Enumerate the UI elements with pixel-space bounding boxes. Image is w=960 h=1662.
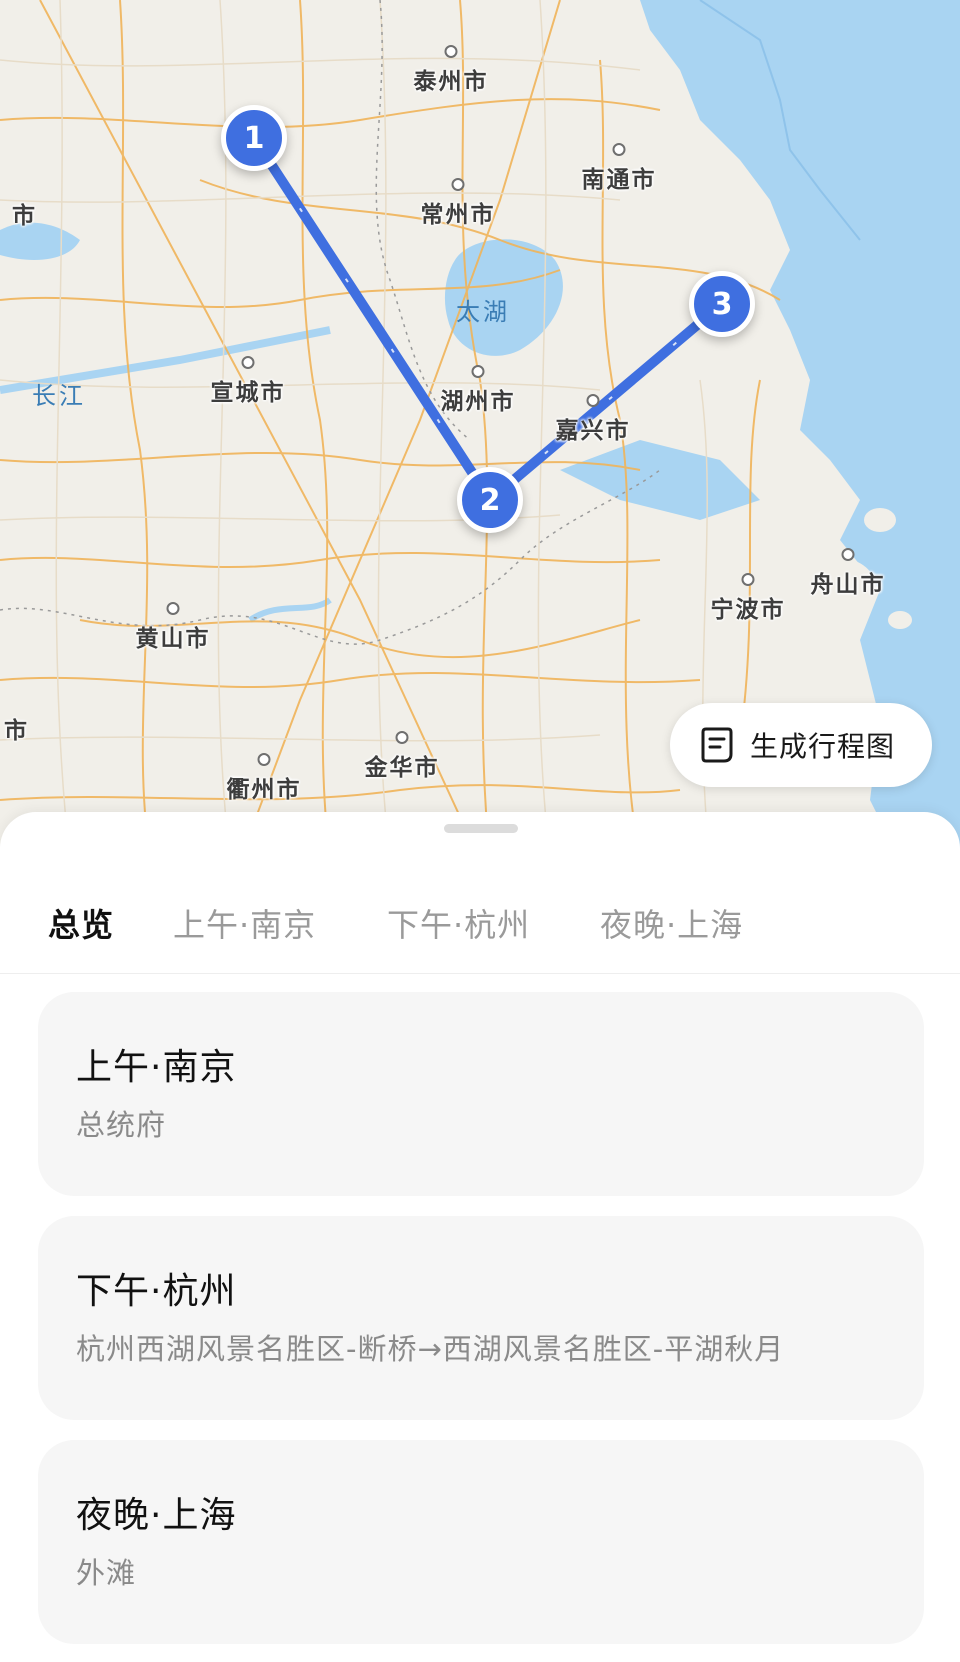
generate-itinerary-label: 生成行程图 bbox=[750, 730, 896, 763]
city-dot-icon bbox=[257, 753, 271, 766]
city-huangshan: 黄山市 bbox=[136, 602, 211, 653]
lake-label: 太湖 bbox=[456, 298, 510, 326]
city-dot-icon bbox=[166, 602, 180, 615]
city-quzhou: 衢州市 bbox=[227, 753, 302, 804]
route-map[interactable]: 泰州市 南通市 常州市 宣城市 湖州市 嘉兴市 舟山市 宁波市 黄山市 金华市 … bbox=[0, 0, 960, 860]
tab-night-shanghai[interactable]: 夜晚·上海 bbox=[600, 900, 743, 946]
city-edge-label: 市 bbox=[12, 203, 37, 229]
document-icon bbox=[701, 727, 733, 763]
river-label: 长江 bbox=[32, 382, 86, 410]
route-marker-3[interactable]: 3 bbox=[689, 271, 755, 337]
card-detail: 外滩 bbox=[76, 1556, 137, 1590]
city-huzhou: 湖州市 bbox=[441, 365, 516, 416]
city-dot-icon bbox=[241, 356, 255, 369]
itinerary-card-hangzhou[interactable]: 下午·杭州 杭州西湖风景名胜区-断桥→西湖风景名胜区-平湖秋月 bbox=[38, 1216, 924, 1420]
card-title: 夜晚·上海 bbox=[76, 1495, 237, 1536]
city-dot-icon bbox=[444, 45, 458, 58]
drag-handle[interactable] bbox=[444, 824, 518, 833]
city-dot-icon bbox=[841, 548, 855, 561]
itinerary-sheet: 总览 上午·南京 下午·杭州 夜晚·上海 上午·南京 总统府 下午·杭州 杭州西… bbox=[0, 812, 960, 1662]
city-xuancheng: 宣城市 bbox=[211, 356, 286, 407]
city-dot-icon bbox=[586, 394, 600, 407]
city-taizhou: 泰州市 bbox=[414, 45, 489, 96]
card-title: 下午·杭州 bbox=[76, 1271, 237, 1312]
city-zhoushan: 舟山市 bbox=[811, 548, 886, 599]
city-dot-icon bbox=[471, 365, 485, 378]
generate-itinerary-button[interactable]: 生成行程图 bbox=[670, 703, 932, 787]
city-dot-icon bbox=[451, 178, 465, 191]
tab-afternoon-hangzhou[interactable]: 下午·杭州 bbox=[387, 900, 530, 946]
route-marker-2[interactable]: 2 bbox=[457, 467, 523, 533]
card-title: 上午·南京 bbox=[76, 1047, 237, 1088]
city-nantong: 南通市 bbox=[582, 143, 657, 194]
day-tabs: 总览 上午·南京 下午·杭州 夜晚·上海 bbox=[0, 882, 960, 1030]
city-changzhou: 常州市 bbox=[421, 178, 496, 229]
city-jinhua: 金华市 bbox=[365, 731, 440, 782]
tab-overview[interactable]: 总览 bbox=[48, 900, 114, 946]
city-ningbo: 宁波市 bbox=[711, 573, 786, 624]
city-dot-icon bbox=[612, 143, 626, 156]
card-detail: 杭州西湖风景名胜区-断桥→西湖风景名胜区-平湖秋月 bbox=[76, 1332, 785, 1366]
city-edge-label: 市 bbox=[4, 718, 29, 744]
itinerary-card-nanjing[interactable]: 上午·南京 总统府 bbox=[38, 992, 924, 1196]
itinerary-card-shanghai[interactable]: 夜晚·上海 外滩 bbox=[38, 1440, 924, 1644]
tab-morning-nanjing[interactable]: 上午·南京 bbox=[173, 900, 316, 946]
city-dot-icon bbox=[741, 573, 755, 586]
city-dot-icon bbox=[395, 731, 409, 744]
city-jiaxing: 嘉兴市 bbox=[556, 394, 631, 445]
card-detail: 总统府 bbox=[76, 1108, 167, 1142]
route-marker-1[interactable]: 1 bbox=[221, 105, 287, 171]
